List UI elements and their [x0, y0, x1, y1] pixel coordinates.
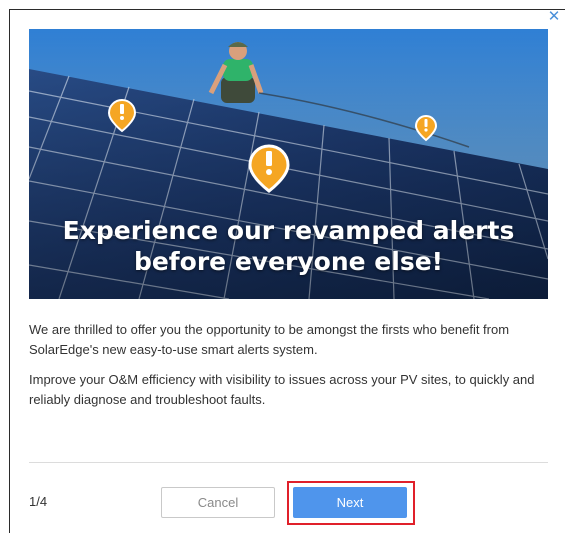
intro-paragraph: We are thrilled to offer you the opportu…	[29, 322, 510, 357]
benefit-paragraph: Improve your O&M efficiency with visibil…	[29, 372, 535, 407]
hero-headline-line1: Experience our revamped alerts	[62, 216, 515, 245]
hero-image: Experience our revamped alerts before ev…	[29, 29, 548, 299]
hero-headline: Experience our revamped alerts before ev…	[29, 215, 548, 277]
close-icon[interactable]: ✕	[546, 9, 562, 25]
next-button[interactable]: Next	[293, 487, 407, 518]
step-counter: 1/4	[29, 494, 48, 509]
footer-divider	[29, 462, 548, 463]
dialog-body: We are thrilled to offer you the opportu…	[29, 320, 549, 420]
hero-headline-line2: before everyone else!	[133, 247, 444, 276]
cancel-button[interactable]: Cancel	[161, 487, 275, 518]
